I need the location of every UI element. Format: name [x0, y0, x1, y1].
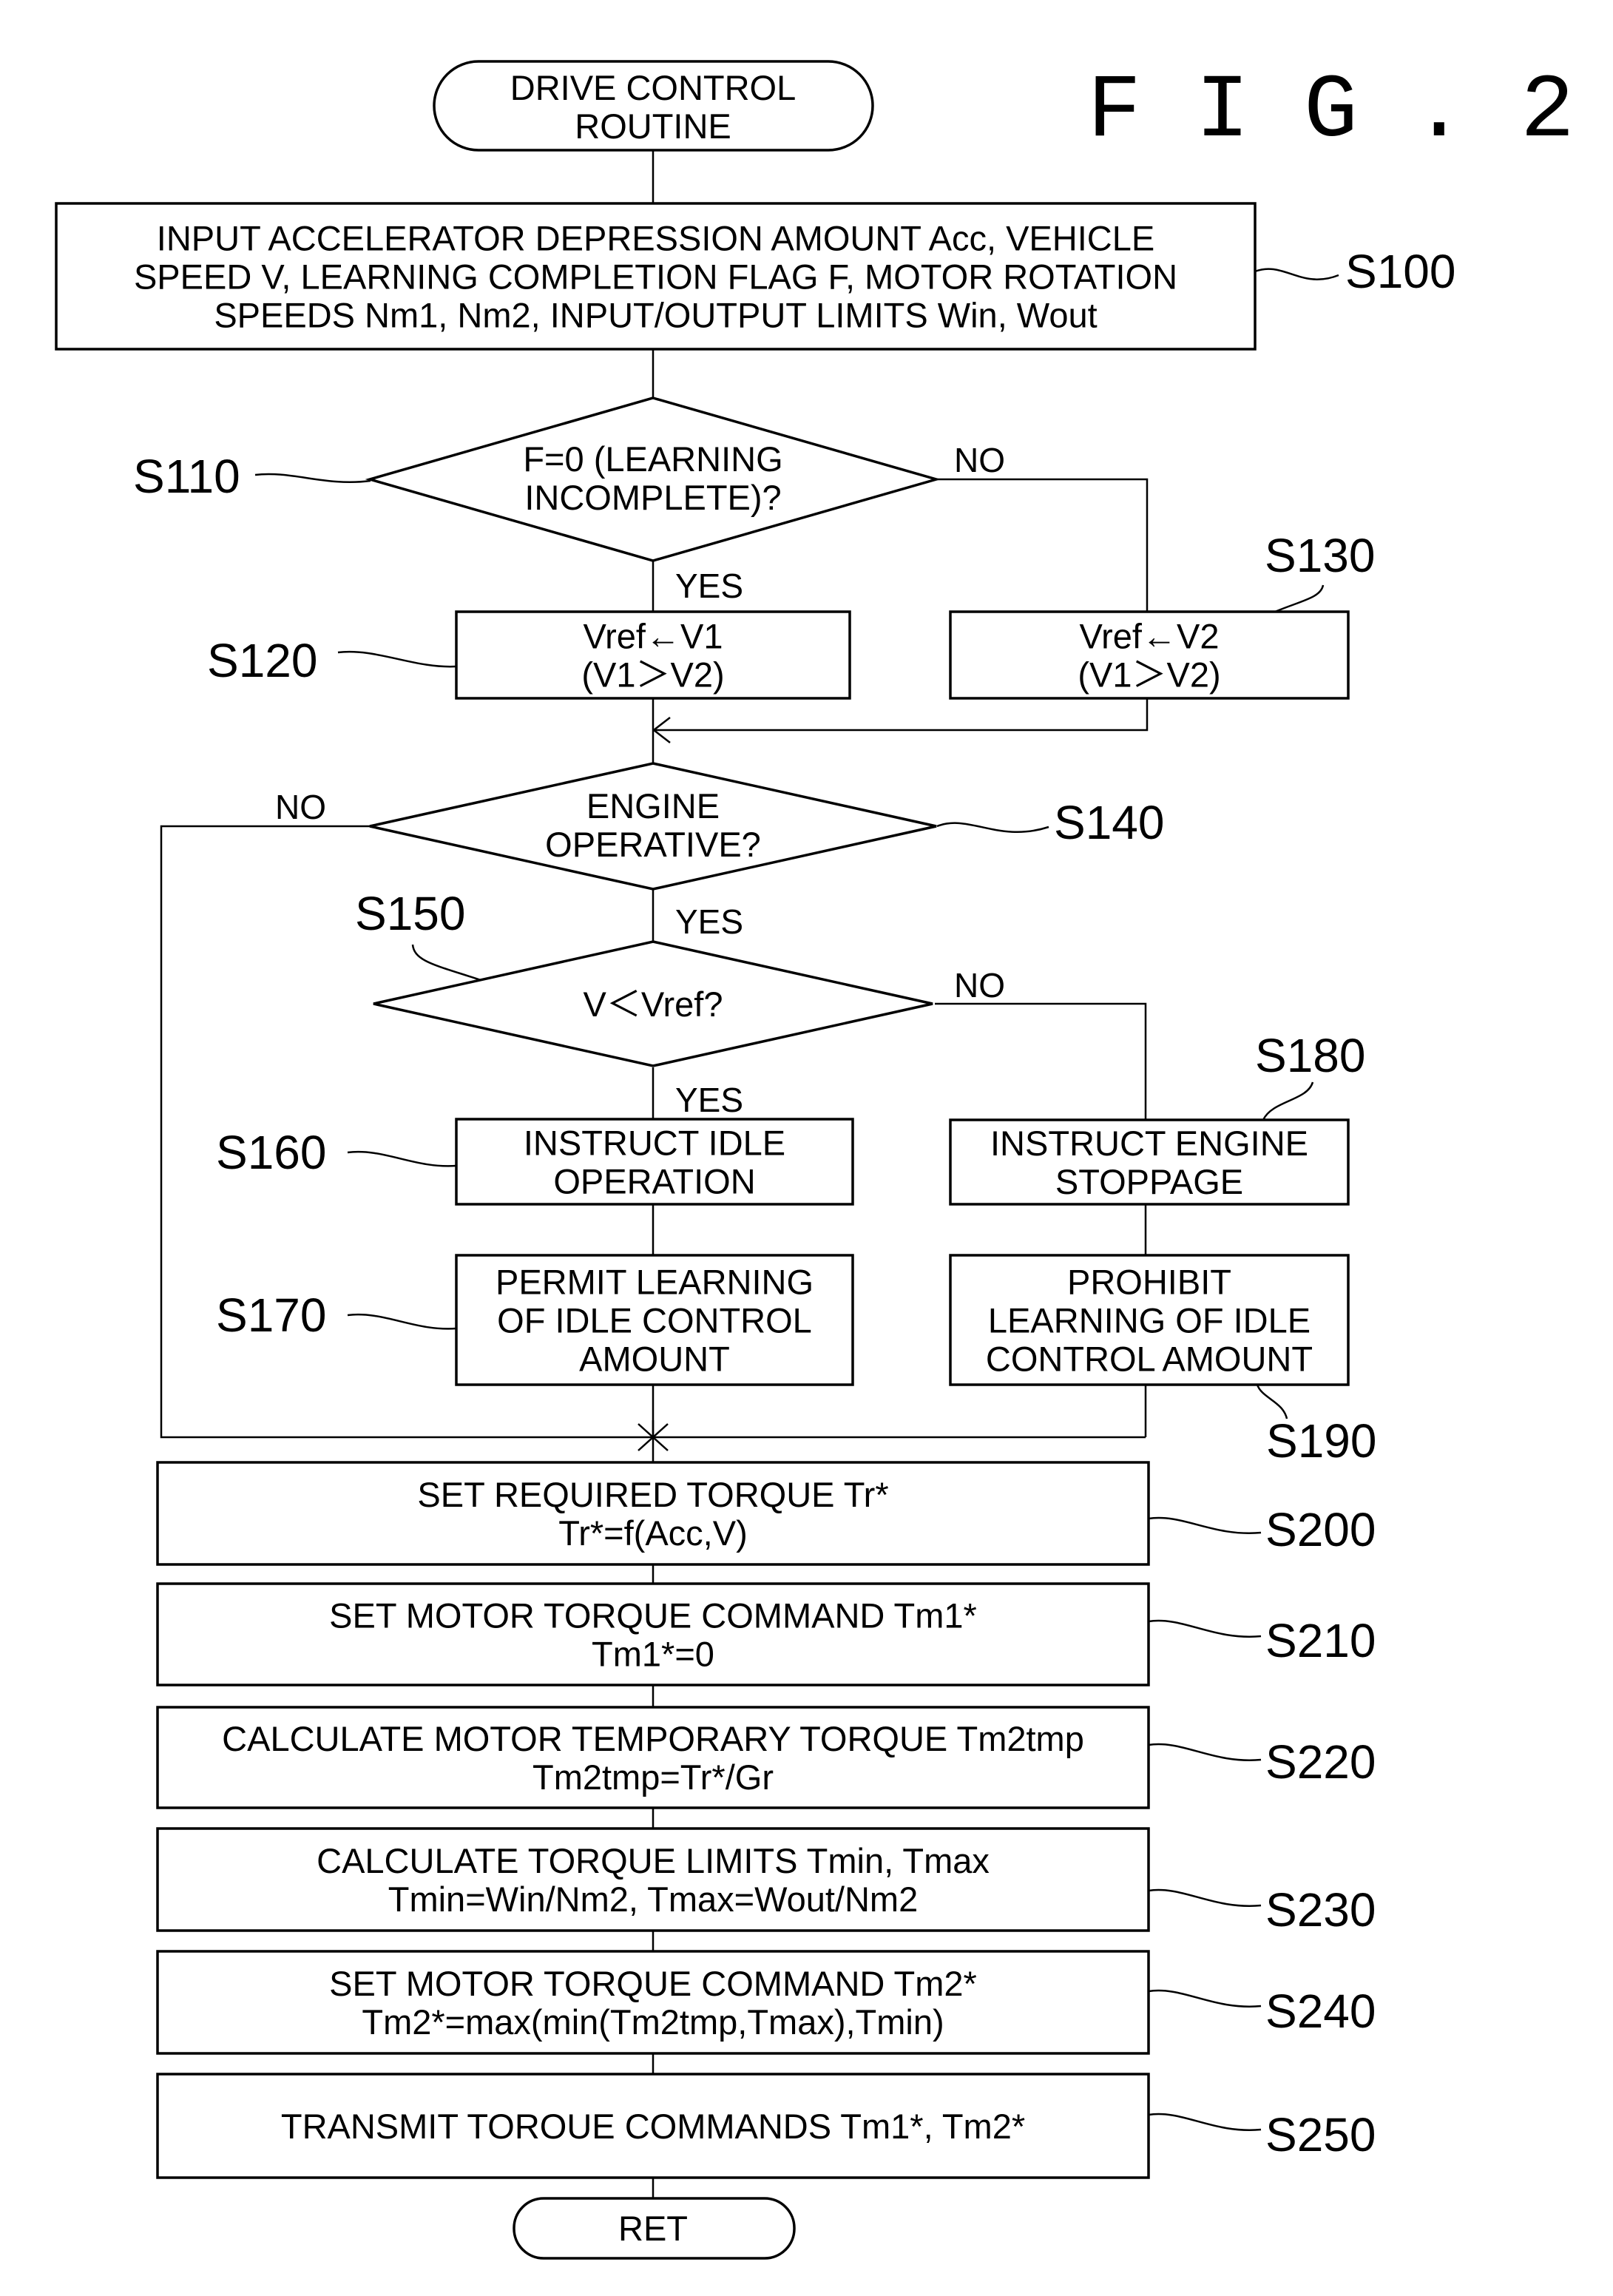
- step-text-line: LEARNING OF IDLE: [988, 1301, 1311, 1340]
- step-text-line: F=0 (LEARNING: [523, 439, 782, 479]
- step-text-line: SET MOTOR TORQUE COMMAND Tm2*: [329, 1964, 977, 2003]
- step-text-line: AMOUNT: [579, 1340, 730, 1379]
- step-label-s120: S120: [207, 634, 317, 687]
- step-text-line: Tm2tmp=Tr*/Gr: [532, 1758, 774, 1797]
- terminal-start-line: DRIVE CONTROL: [510, 68, 797, 107]
- step-label-s210: S210: [1265, 1614, 1376, 1667]
- s140-yes-label: YES: [675, 902, 743, 941]
- step-text-line: CALCULATE MOTOR TEMPORARY TORQUE Tm2tmp: [222, 1719, 1084, 1758]
- step-text-line: Tr*=f(Acc,V): [558, 1513, 747, 1553]
- terminal-end: RET: [513, 2197, 796, 2260]
- step-text-line: SPEEDS Nm1, Nm2, INPUT/OUTPUT LIMITS Win…: [214, 296, 1097, 335]
- step-label-s250: S250: [1265, 2108, 1376, 2161]
- step-label-s160: S160: [216, 1126, 326, 1179]
- step-text-line: INSTRUCT IDLE: [524, 1124, 785, 1163]
- step-text-line: OPERATION: [553, 1162, 755, 1201]
- step-label-s150: S150: [355, 887, 465, 940]
- step-label-s170: S170: [216, 1289, 326, 1342]
- step-text-line: (V1＞V2): [1078, 655, 1220, 695]
- step-label-s100: S100: [1345, 245, 1455, 298]
- step-text-line: Tm2*=max(min(Tm2tmp,Tmax),Tmin): [362, 2002, 944, 2042]
- s110-yes-label: YES: [675, 567, 743, 605]
- step-text-line: TRANSMIT TOROUE COMMANDS Tm1*, Tm2*: [281, 2107, 1025, 2146]
- step-text-line: ENGINE: [586, 786, 720, 825]
- step-label-s220: S220: [1265, 1735, 1376, 1789]
- step-text-line: INSTRUCT ENGINE: [990, 1124, 1308, 1163]
- step-text-line: Vref←V1: [584, 617, 723, 656]
- step-text-line: STOPPAGE: [1055, 1162, 1243, 1201]
- step-s100: INPUT ACCELERATOR DEPRESSION AMOUNT Acc,…: [55, 202, 1455, 351]
- step-label-s200: S200: [1265, 1503, 1376, 1556]
- step-text-line: PERMIT LEARNING: [496, 1263, 814, 1302]
- step-label-s240: S240: [1265, 1985, 1376, 2038]
- step-text-line: Tmin=Win/Nm2, Tmax=Wout/Nm2: [388, 1880, 918, 1919]
- step-text-line: Vref←V2: [1080, 617, 1220, 656]
- step-text-line: SPEED V, LEARNING COMPLETION FLAG F, MOT…: [134, 257, 1177, 297]
- step-label-s130: S130: [1265, 529, 1375, 582]
- s150-no-label: NO: [954, 966, 1005, 1004]
- step-text-line: Tm1*=0: [592, 1635, 714, 1674]
- step-label-s190: S190: [1266, 1414, 1376, 1468]
- flowchart-canvas: F I G . 2 DRIVE CONTROL ROUTINE RET INPU…: [0, 0, 1613, 2296]
- step-text-line: V＜Vref?: [584, 985, 723, 1024]
- step-label-s230: S230: [1265, 1883, 1376, 1937]
- step-text-line: CALCULATE TORQUE LIMITS Tmin, Tmax: [317, 1841, 990, 1880]
- step-text-line: (V1＞V2): [581, 655, 724, 695]
- step-label-s110: S110: [133, 450, 240, 503]
- step-label-s140: S140: [1054, 796, 1164, 849]
- terminal-start-line: ROUTINE: [575, 107, 731, 146]
- step-text-line: PROHIBIT: [1067, 1263, 1231, 1302]
- s110-no-label: NO: [954, 441, 1005, 479]
- step-text-line: OPERATIVE?: [545, 825, 761, 864]
- step-label-s180: S180: [1255, 1029, 1365, 1082]
- figure-title: F I G . 2: [1087, 60, 1575, 163]
- terminal-end-label: RET: [618, 2209, 688, 2248]
- terminal-start: DRIVE CONTROL ROUTINE: [433, 60, 874, 152]
- step-text-line: INPUT ACCELERATOR DEPRESSION AMOUNT Acc,…: [157, 219, 1154, 258]
- step-text-line: SET MOTOR TORQUE COMMAND Tm1*: [329, 1596, 977, 1635]
- s140-no-label: NO: [275, 788, 326, 826]
- step-text-line: INCOMPLETE)?: [524, 478, 781, 517]
- step-text-line: CONTROL AMOUNT: [986, 1340, 1313, 1379]
- step-text-line: SET REQUIRED TORQUE Tr*: [417, 1475, 888, 1514]
- step-text-line: OF IDLE CONTROL: [497, 1301, 812, 1340]
- s150-yes-label: YES: [675, 1081, 743, 1119]
